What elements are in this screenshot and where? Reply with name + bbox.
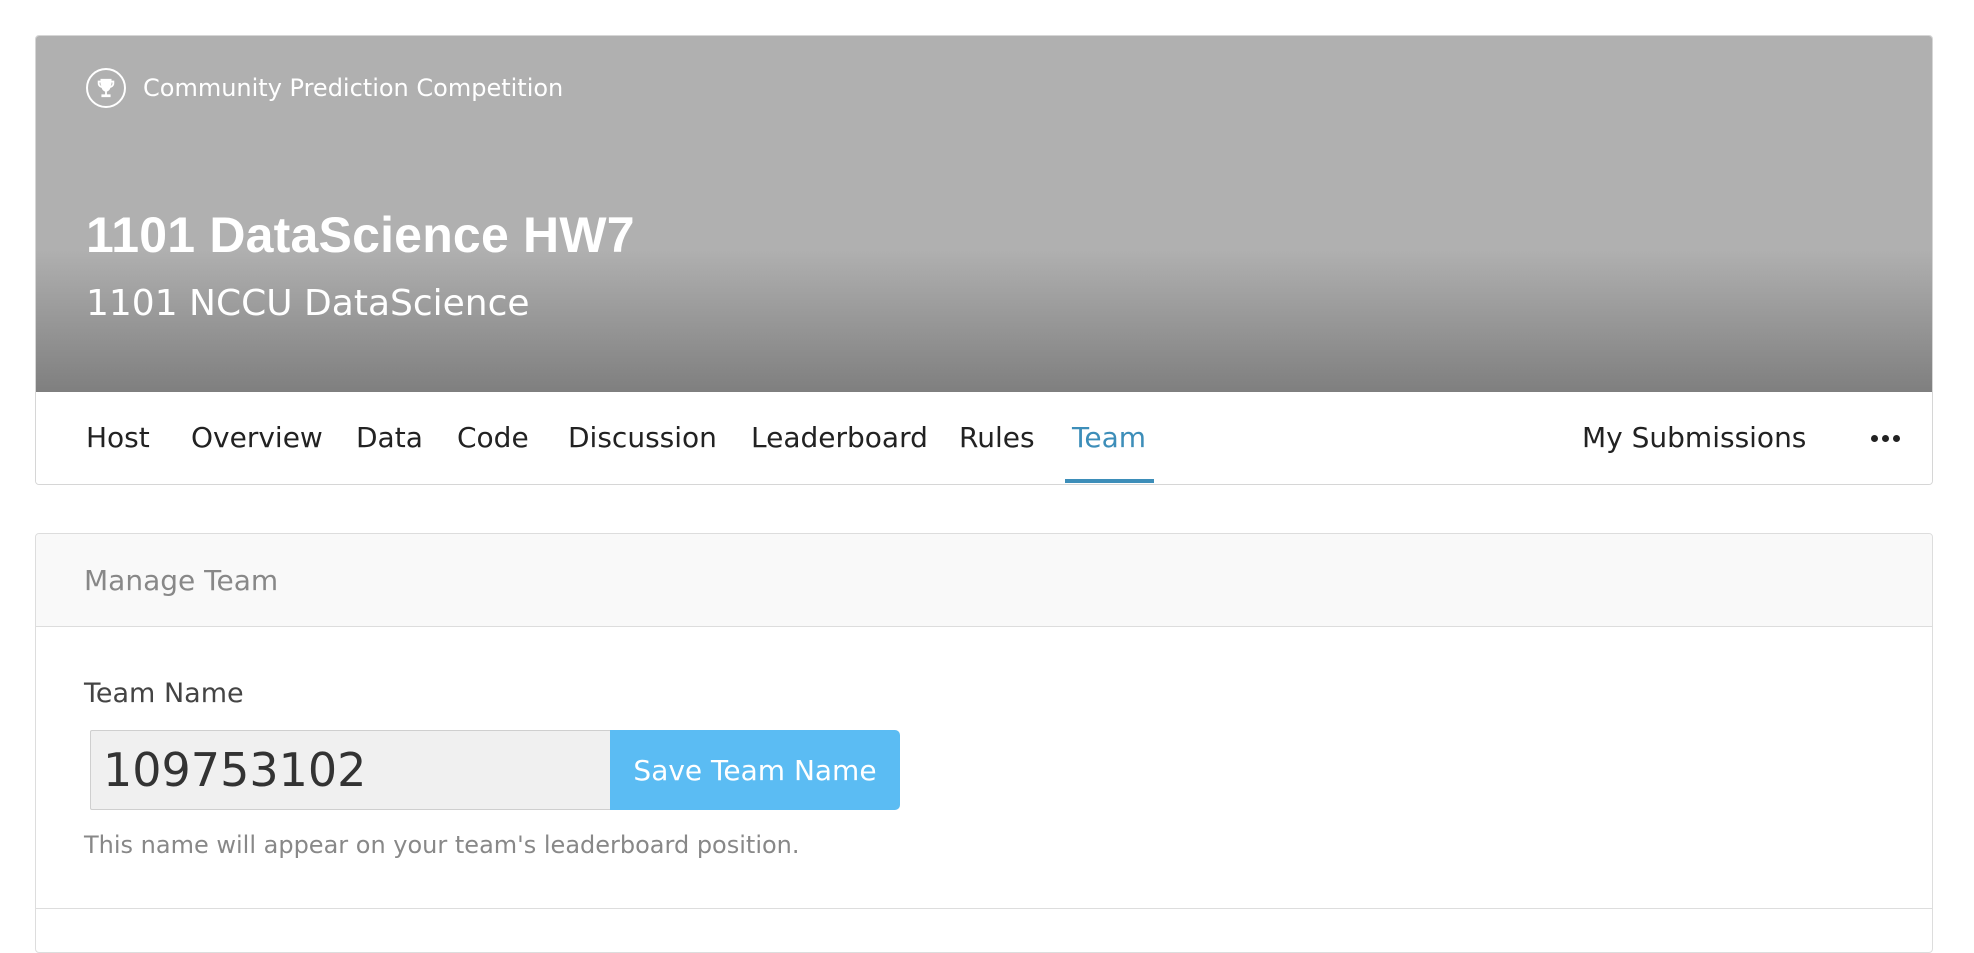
save-team-name-button[interactable]: Save Team Name [610,730,900,810]
competition-subtitle: 1101 NCCU DataScience [86,283,530,324]
team-name-label: Team Name [84,678,244,709]
tab-team[interactable]: Team [1072,392,1146,484]
tab-data[interactable]: Data [356,392,423,484]
my-submissions-link[interactable]: My Submissions [1582,392,1806,484]
more-horizontal-icon[interactable] [1867,392,1903,484]
team-name-input[interactable] [90,730,612,810]
competition-header: Community Prediction Competition 1101 Da… [35,35,1933,485]
manage-team-header [36,534,1932,627]
manage-team-panel: Manage Team Team Name Save Team Name Thi… [35,533,1933,953]
tab-discussion[interactable]: Discussion [568,392,717,484]
manage-team-title: Manage Team [84,564,279,597]
competition-title: 1101 DataScience HW7 [86,207,635,263]
trophy-icon [86,68,126,108]
competition-type-label: Community Prediction Competition [143,74,564,102]
tab-host[interactable]: Host [86,392,150,484]
section-divider [36,908,1932,909]
competition-banner: Community Prediction Competition 1101 Da… [36,36,1932,392]
tab-overview[interactable]: Overview [191,392,323,484]
tab-rules[interactable]: Rules [959,392,1035,484]
competition-tabs: Host Overview Data Code Discussion Leade… [36,392,1932,484]
team-name-help-text: This name will appear on your team's lea… [84,831,800,859]
active-tab-indicator [1065,479,1154,483]
competition-type: Community Prediction Competition [86,66,563,110]
tab-leaderboard[interactable]: Leaderboard [751,392,928,484]
tab-code[interactable]: Code [457,392,529,484]
